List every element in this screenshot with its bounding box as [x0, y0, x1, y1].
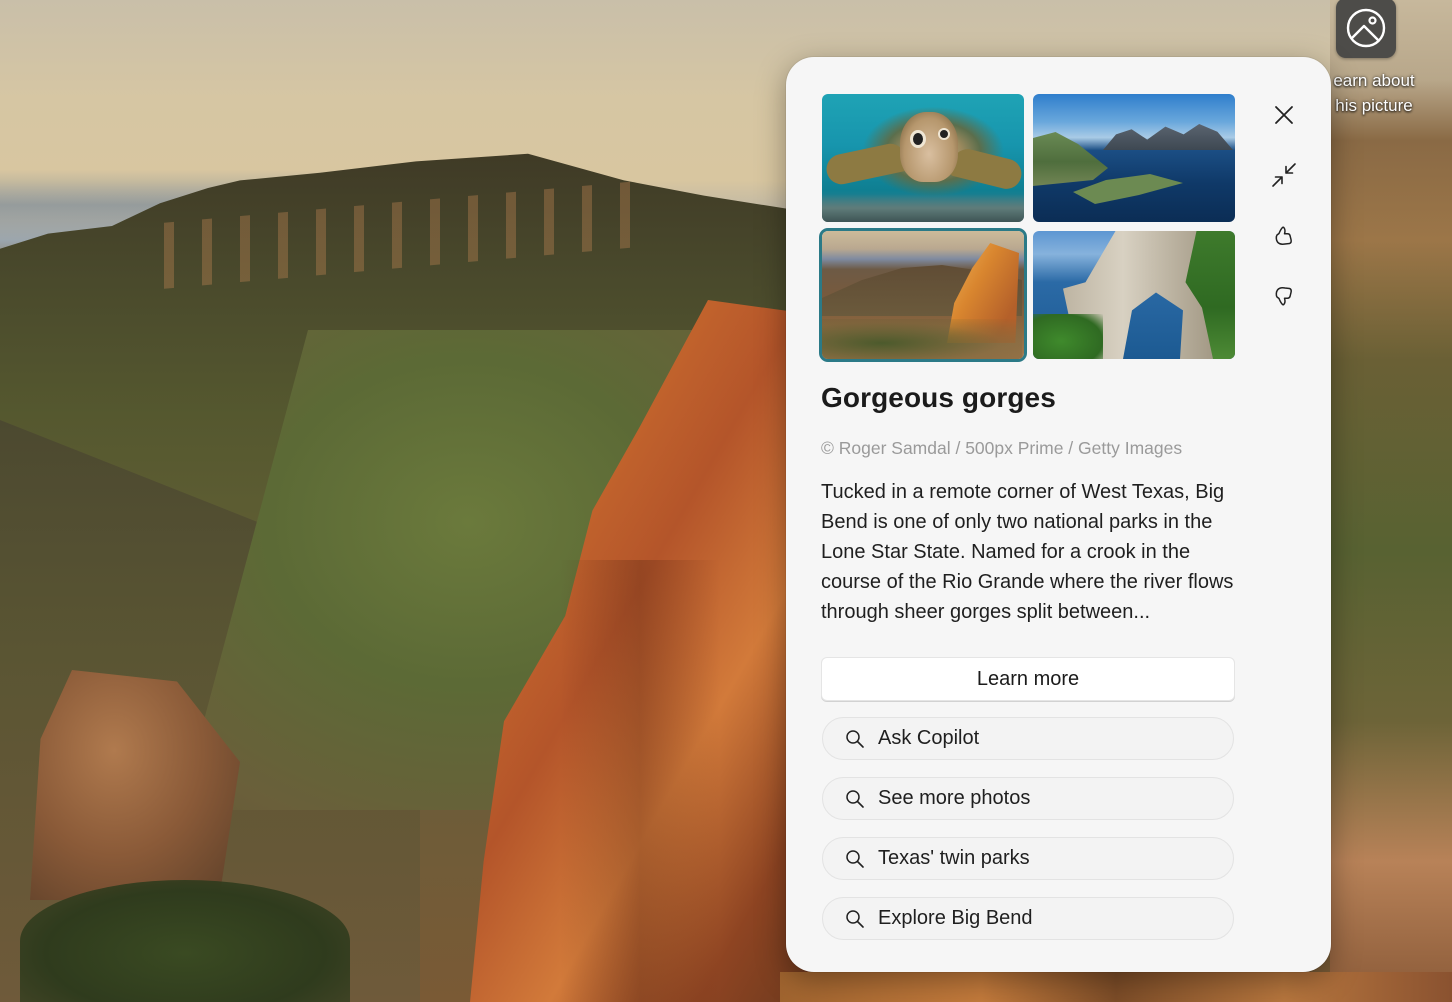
- search-icon: [844, 788, 866, 810]
- learn-more-button[interactable]: Learn more: [822, 658, 1234, 700]
- thumbnail-lofoten-islands[interactable]: [1033, 94, 1235, 222]
- wallpaper-bottom-rocks: [780, 972, 1452, 1002]
- thumbnail-rock-arch-coast[interactable]: [1033, 231, 1235, 359]
- suggestion-texas-twin-parks[interactable]: Texas' twin parks: [822, 837, 1234, 880]
- suggestion-label: Explore Big Bend: [878, 907, 1033, 929]
- wallpaper-right-area: [1330, 0, 1452, 1002]
- photo-credit: © Roger Samdal / 500px Prime / Getty Ima…: [821, 438, 1183, 458]
- thumbnail-grid: [819, 94, 1235, 362]
- picture-info-icon: [1346, 8, 1386, 48]
- search-icon: [844, 908, 866, 930]
- wallpaper-rock-shade: [560, 560, 720, 1002]
- search-icon: [844, 848, 866, 870]
- learn-about-picture-desktop-icon[interactable]: [1336, 0, 1396, 58]
- thumbnail-sea-turtle[interactable]: [822, 94, 1024, 222]
- suggestion-ask-copilot[interactable]: Ask Copilot: [822, 717, 1234, 760]
- suggestion-label: See more photos: [878, 787, 1031, 809]
- suggestion-label: Ask Copilot: [878, 727, 980, 749]
- wallpaper-bushes: [20, 880, 350, 1002]
- close-icon: [1275, 106, 1293, 124]
- rock-arch-image: [1033, 231, 1235, 359]
- picture-description: Tucked in a remote corner of West Texas,…: [821, 481, 1234, 623]
- collapse-button[interactable]: [1264, 155, 1304, 195]
- sea-turtle-image: [822, 94, 1024, 222]
- dislike-button[interactable]: [1264, 276, 1304, 316]
- desktop-icon-label[interactable]: earn about his picture: [1318, 68, 1430, 118]
- thumbs-up-icon: [1275, 226, 1292, 245]
- close-button[interactable]: [1264, 95, 1304, 135]
- big-bend-image: [822, 231, 1024, 359]
- search-icon: [844, 728, 866, 750]
- thumbnail-big-bend-gorges[interactable]: [819, 228, 1027, 362]
- suggestion-explore-big-bend[interactable]: Explore Big Bend: [822, 897, 1234, 940]
- picture-title: Gorgeous gorges: [821, 382, 1056, 413]
- suggestion-label: Texas' twin parks: [878, 847, 1030, 869]
- picture-info-flyout: Gorgeous gorges © Roger Samdal / 500px P…: [786, 57, 1331, 972]
- thumbs-down-icon: [1275, 287, 1292, 306]
- suggestion-see-more-photos[interactable]: See more photos: [822, 777, 1234, 820]
- collapse-arrows-icon: [1272, 163, 1296, 187]
- like-button[interactable]: [1264, 216, 1304, 256]
- lofoten-islands-image: [1033, 94, 1235, 222]
